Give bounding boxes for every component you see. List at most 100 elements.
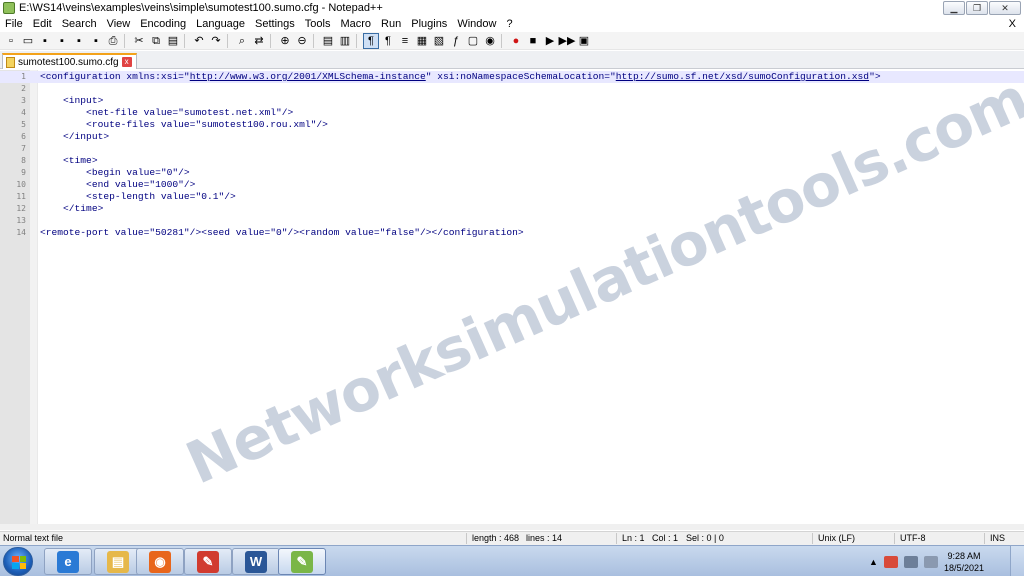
folder-workspace-icon[interactable]: ▢ xyxy=(465,33,481,49)
line-text[interactable]: <net-file value="sumotest.net.xml"/> xyxy=(40,107,293,119)
code-line[interactable]: 5 <route-files value="sumotest100.rou.xm… xyxy=(0,119,1024,131)
close-document-button[interactable]: X xyxy=(1009,16,1016,32)
tray-expand-icon[interactable]: ▲ xyxy=(869,557,878,567)
save-macro-icon[interactable]: ▣ xyxy=(576,33,592,49)
toolbar-separator xyxy=(227,33,231,48)
user-language-icon[interactable]: ▦ xyxy=(414,33,430,49)
maximize-button[interactable]: ❐ xyxy=(966,1,988,15)
minimize-button[interactable]: ▁ xyxy=(943,1,965,15)
word-wrap-icon[interactable]: ¶ xyxy=(363,32,379,49)
function-list-icon[interactable]: ƒ xyxy=(448,33,464,49)
show-desktop-button[interactable] xyxy=(1010,546,1024,576)
close-all-icon[interactable]: ▪ xyxy=(88,33,104,49)
line-text[interactable]: <step-length value="0.1"/> xyxy=(40,191,236,203)
show-all-chars-icon[interactable]: ¶ xyxy=(380,33,396,49)
firefox-icon: ◉ xyxy=(149,550,171,573)
line-text[interactable]: </input> xyxy=(40,131,109,143)
horizontal-scrollbar[interactable] xyxy=(0,524,1024,530)
status-insert-mode[interactable]: INS xyxy=(990,532,1005,545)
save-all-icon[interactable]: ▪ xyxy=(54,33,70,49)
replace-icon[interactable]: ⇄ xyxy=(251,33,267,49)
line-text[interactable]: <route-files value="sumotest100.rou.xml"… xyxy=(40,119,328,131)
monitoring-icon[interactable]: ◉ xyxy=(482,33,498,49)
indent-guide-icon[interactable]: ≡ xyxy=(397,33,413,49)
clock[interactable]: 9:28 AM 18/5/2021 xyxy=(944,550,984,574)
code-line[interactable]: 4 <net-file value="sumotest.net.xml"/> xyxy=(0,107,1024,119)
record-macro-icon[interactable]: ● xyxy=(508,33,524,49)
status-eol[interactable]: Unix (LF) xyxy=(818,532,855,545)
menu-edit[interactable]: Edit xyxy=(28,16,57,32)
redo-icon[interactable]: ↷ xyxy=(208,33,224,49)
start-button[interactable] xyxy=(3,547,33,576)
action-center-icon[interactable] xyxy=(883,555,898,568)
menu-help[interactable]: ? xyxy=(501,16,517,32)
run-macro-multiple-icon[interactable]: ▶▶ xyxy=(559,33,576,49)
network-icon[interactable] xyxy=(903,555,918,568)
drawing-app-icon: ✎ xyxy=(197,550,219,573)
line-text[interactable]: <time> xyxy=(40,155,98,167)
code-line[interactable]: 13 xyxy=(0,215,1024,227)
close-window-button[interactable]: ✕ xyxy=(989,1,1021,15)
menu-window[interactable]: Window xyxy=(452,16,501,32)
cut-icon[interactable]: ✂ xyxy=(131,33,147,49)
url-link[interactable]: http://sumo.sf.net/xsd/sumoConfiguration… xyxy=(616,71,869,82)
code-line[interactable]: 14 <remote-port value="50281"/><seed valu… xyxy=(0,227,1024,239)
zoom-out-icon[interactable]: ⊖ xyxy=(294,33,310,49)
taskbar-app-button[interactable]: ✎ xyxy=(278,548,326,575)
code-line[interactable]: 7 xyxy=(0,143,1024,155)
taskbar-app-button[interactable]: ◉ xyxy=(136,548,184,575)
line-text[interactable]: <begin value="0"/> xyxy=(40,167,190,179)
menu-language[interactable]: Language xyxy=(191,16,250,32)
code-line[interactable]: 3 <input> xyxy=(0,95,1024,107)
menu-view[interactable]: View xyxy=(102,16,136,32)
code-line[interactable]: 8 <time> xyxy=(0,155,1024,167)
status-encoding[interactable]: UTF-8 xyxy=(900,532,926,545)
undo-icon[interactable]: ↶ xyxy=(191,33,207,49)
doc-map-icon[interactable]: ▧ xyxy=(431,33,447,49)
zoom-in-icon[interactable]: ⊕ xyxy=(277,33,293,49)
code-line[interactable]: 9 <begin value="0"/> xyxy=(0,167,1024,179)
menu-search[interactable]: Search xyxy=(57,16,102,32)
find-icon[interactable]: ⌕ xyxy=(234,33,250,49)
volume-icon[interactable] xyxy=(923,555,938,568)
taskbar-app-button[interactable]: e xyxy=(44,548,92,575)
print-icon[interactable]: ⎙ xyxy=(105,33,121,49)
open-file-icon[interactable]: ▭ xyxy=(20,33,36,49)
editor-area[interactable]: 1 <configuration xmlns:xsi="http://www.w3… xyxy=(0,70,1024,530)
menu-macro[interactable]: Macro xyxy=(335,16,376,32)
code-line[interactable]: 1 <configuration xmlns:xsi="http://www.w3… xyxy=(0,71,1024,83)
menu-encoding[interactable]: Encoding xyxy=(135,16,191,32)
paste-icon[interactable]: ▤ xyxy=(165,33,181,49)
code-line[interactable]: 11 <step-length value="0.1"/> xyxy=(0,191,1024,203)
tab-close-button[interactable]: x xyxy=(121,57,132,67)
code-line[interactable]: 10 <end value="1000"/> xyxy=(0,179,1024,191)
close-icon[interactable]: ▪ xyxy=(71,33,87,49)
line-text[interactable]: <configuration xmlns:xsi="http://www.w3.… xyxy=(40,71,881,83)
toolbar-separator xyxy=(184,33,188,48)
new-file-icon[interactable]: ▫ xyxy=(3,33,19,49)
menu-settings[interactable]: Settings xyxy=(250,16,300,32)
sync-horizontal-icon[interactable]: ▥ xyxy=(337,33,353,49)
menu-plugins[interactable]: Plugins xyxy=(406,16,452,32)
stop-macro-icon[interactable]: ■ xyxy=(525,33,541,49)
play-macro-icon[interactable]: ▶ xyxy=(542,33,558,49)
code-line[interactable]: 6 </input> xyxy=(0,131,1024,143)
code-lines[interactable]: 1 <configuration xmlns:xsi="http://www.w3… xyxy=(0,71,1024,239)
taskbar-app-button[interactable]: W xyxy=(232,548,280,575)
menu-tools[interactable]: Tools xyxy=(300,16,336,32)
save-icon[interactable]: ▪ xyxy=(37,33,53,49)
sync-vertical-icon[interactable]: ▤ xyxy=(320,33,336,49)
line-text[interactable]: <input> xyxy=(40,95,103,107)
menu-file[interactable]: File xyxy=(0,16,28,32)
taskbar-app-button[interactable]: ▤ xyxy=(94,548,142,575)
copy-icon[interactable]: ⧉ xyxy=(148,33,164,49)
code-line[interactable]: 12 </time> xyxy=(0,203,1024,215)
line-text[interactable]: <end value="1000"/> xyxy=(40,179,195,191)
line-text[interactable]: <remote-port value="50281"/><seed value=… xyxy=(40,227,524,239)
code-line[interactable]: 2 xyxy=(0,83,1024,95)
taskbar-app-button[interactable]: ✎ xyxy=(184,548,232,575)
menu-run[interactable]: Run xyxy=(376,16,406,32)
line-text[interactable]: </time> xyxy=(40,203,103,215)
tab-sumotest100-sumo-cfg[interactable]: sumotest100.sumo.cfg x xyxy=(2,53,137,69)
url-link[interactable]: http://www.w3.org/2001/XMLSchema-instanc… xyxy=(190,71,426,82)
